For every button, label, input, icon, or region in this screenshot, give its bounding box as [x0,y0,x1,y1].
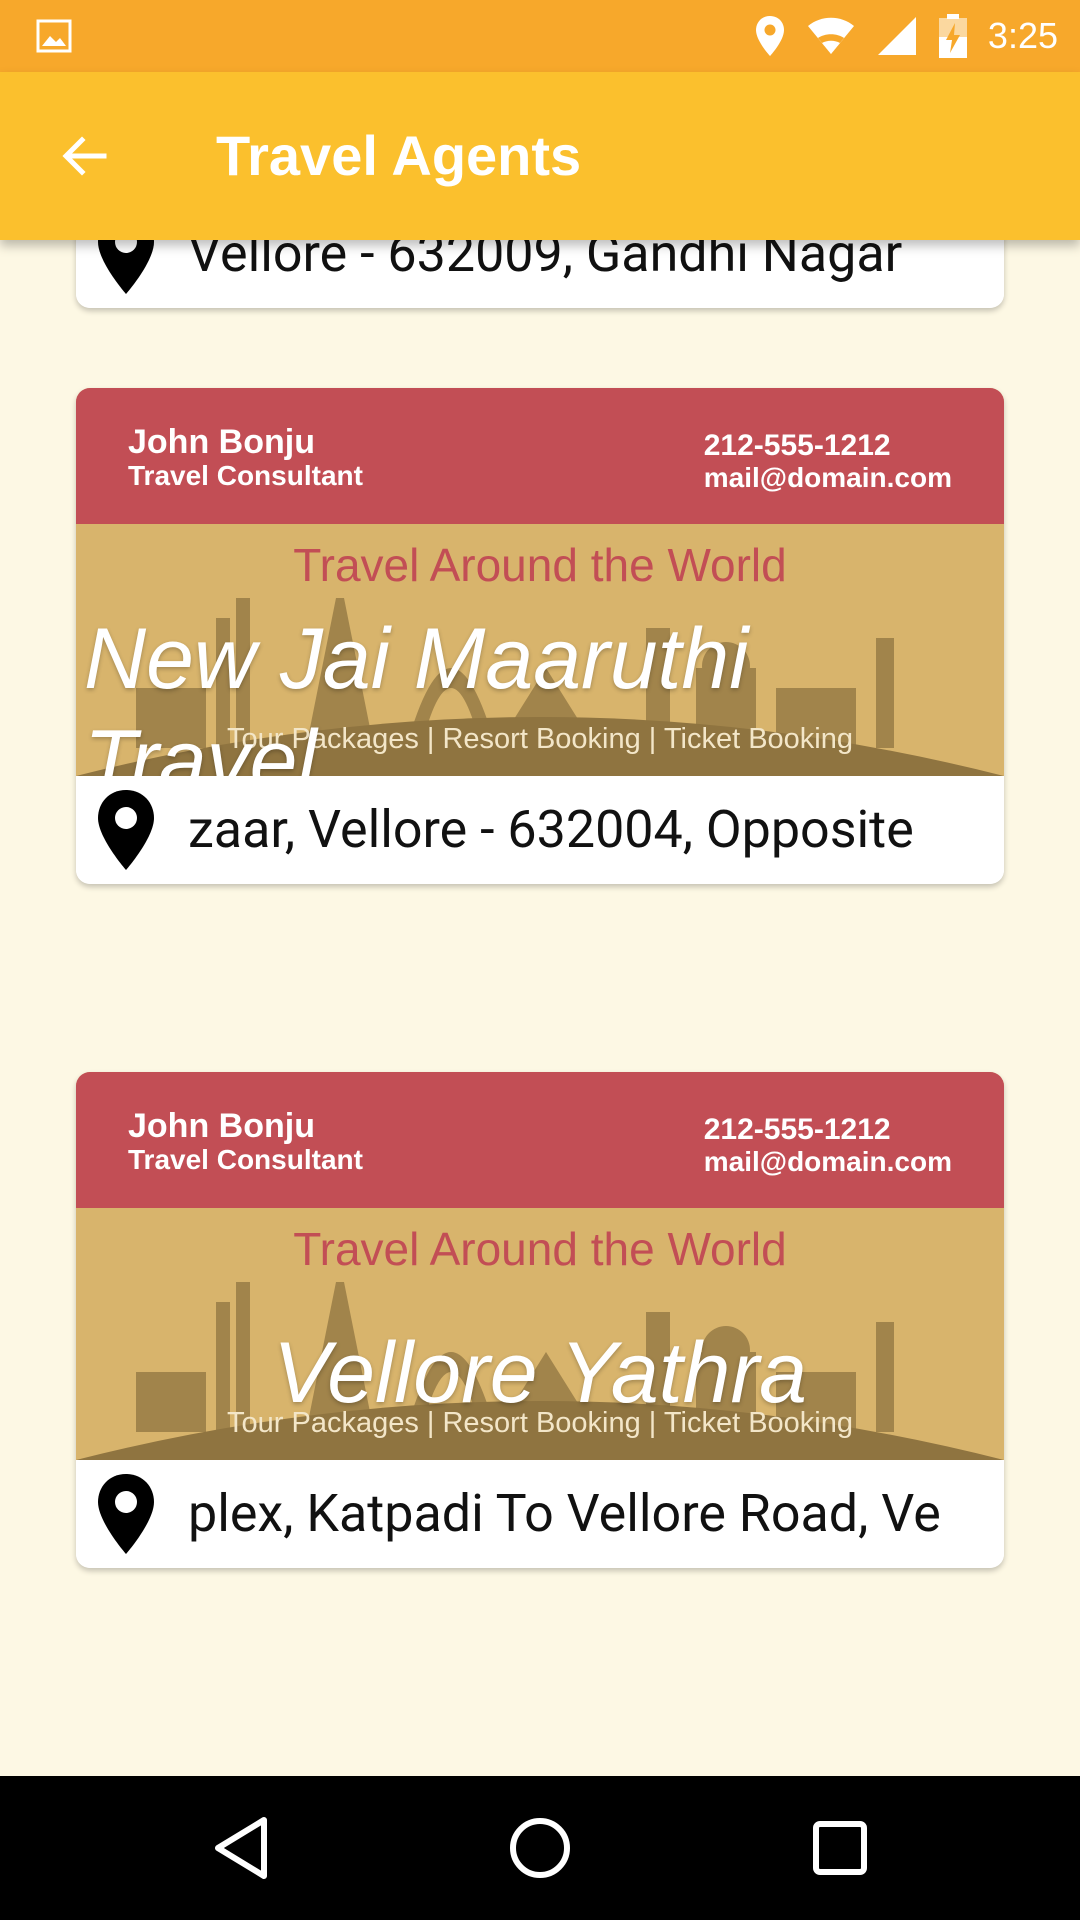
location-icon [755,16,784,56]
status-bar: 3:25 [0,0,1080,72]
banner-person: John Bonju Travel Consultant [128,1108,363,1176]
address-row: plex, Katpadi To Vellore Road, Ve [76,1460,1004,1568]
agent-card[interactable]: John Bonju Travel Consultant 212-555-121… [76,388,1004,884]
recents-square-icon[interactable] [804,1812,876,1884]
banner-contact: 212-555-1212 mail@domain.com [704,430,952,494]
agent-name: New Jai Maaruthi Travel [84,608,748,776]
banner-person-role: Travel Consultant [128,1144,363,1175]
agent-list[interactable]: Vellore - 632009, Gandhi Nagar John Bonj… [0,240,1080,1776]
home-circle-icon[interactable] [504,1812,576,1884]
arrow-back-icon[interactable] [56,128,112,184]
location-pin-icon [98,1474,154,1554]
banner-phone: 212-555-1212 [703,1113,891,1146]
agent-card-partial[interactable]: Vellore - 632009, Gandhi Nagar [76,240,1004,308]
agent-banner: John Bonju Travel Consultant 212-555-121… [76,388,1004,776]
agent-address: plex, Katpadi To Vellore Road, Ve [188,1483,941,1544]
back-triangle-icon[interactable] [206,1812,278,1884]
banner-contact: 212-555-1212 mail@domain.com [704,1114,952,1178]
system-nav-bar [0,1776,1080,1920]
agent-name-line-1: Vellore Yathra [273,1325,807,1421]
signal-icon [877,17,916,55]
agent-banner: John Bonju Travel Consultant 212-555-121… [76,1072,1004,1460]
banner-phone: 212-555-1212 [703,429,891,462]
banner-person: John Bonju Travel Consultant [128,424,363,492]
status-icons: 3:25 [754,0,1058,72]
banner-person-name: John Bonju [128,1107,315,1145]
clock: 3:25 [987,15,1058,56]
agent-address: Vellore - 632009, Gandhi Nagar [188,240,903,284]
battery-charging-icon [938,14,967,58]
agent-address: zaar, Vellore - 632004, Opposite [188,799,914,860]
banner-email: mail@domain.com [703,462,952,493]
banner-person-name: John Bonju [128,423,315,461]
agent-card[interactable]: John Bonju Travel Consultant 212-555-121… [76,1072,1004,1568]
wifi-icon [807,17,854,54]
address-row: zaar, Vellore - 632004, Opposite [76,776,1004,884]
banner-email: mail@domain.com [703,1146,952,1177]
agent-name: Vellore Yathra [76,1322,1004,1424]
app-bar: Travel Agents [0,72,1080,240]
agent-name-line-1: New Jai Maaruthi [84,611,749,707]
location-pin-icon [98,240,154,294]
gallery-icon [36,19,72,53]
banner-person-role: Travel Consultant [128,460,363,491]
location-pin-icon [98,790,154,870]
agent-name-line-2: Travel [84,713,317,776]
page-title: Travel Agents [216,124,582,187]
address-row: Vellore - 632009, Gandhi Nagar [76,240,1004,308]
